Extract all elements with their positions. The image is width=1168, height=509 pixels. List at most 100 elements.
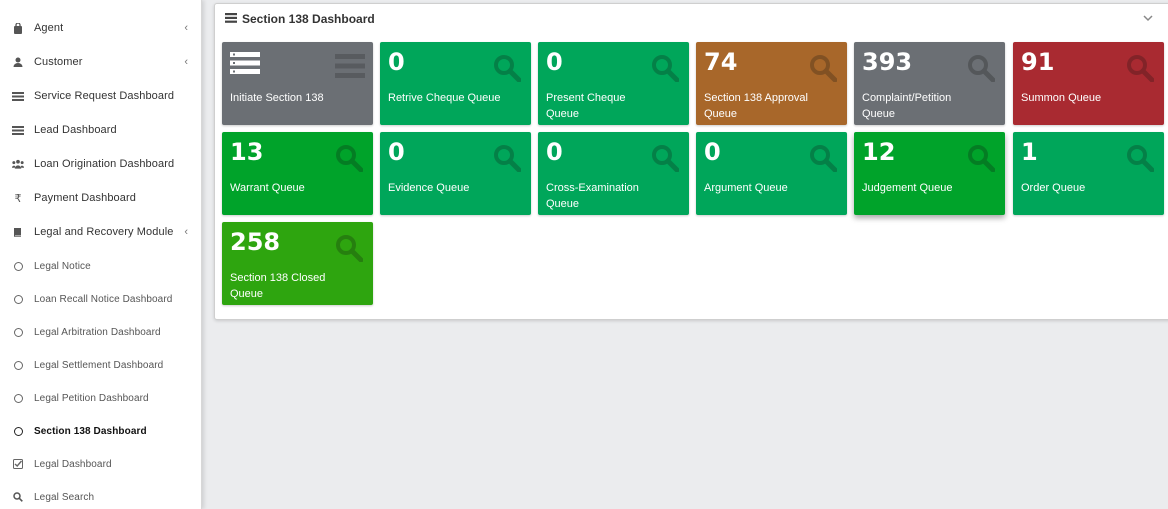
tile-count: 91 bbox=[1021, 48, 1055, 76]
tile-count: 13 bbox=[230, 138, 264, 166]
tile-label: Section 138 Closed Queue bbox=[230, 272, 326, 300]
tile-section-138-closed-queue[interactable]: 258 Section 138 Closed Queue bbox=[222, 222, 373, 305]
sidebar-subitem-legal-notice[interactable]: Legal Notice bbox=[0, 251, 202, 281]
tile-warrant-queue[interactable]: 13 Warrant Queue bbox=[222, 132, 373, 215]
sidebar-item-agent[interactable]: Agent ‹ bbox=[0, 13, 202, 43]
sidebar-item-service-request-dashboard[interactable]: Service Request Dashboard bbox=[0, 81, 202, 111]
tile-label: Summon Queue bbox=[1021, 92, 1102, 104]
sidebar-item-label: Agent bbox=[34, 22, 64, 34]
chevron-left-icon: ‹ bbox=[184, 56, 188, 68]
sidebar-subitem-label: Legal Notice bbox=[34, 260, 91, 272]
tile-count: 258 bbox=[230, 228, 281, 256]
search-icon bbox=[810, 55, 837, 82]
search-icon bbox=[12, 491, 24, 503]
tile-count: 0 bbox=[704, 138, 721, 166]
list-icon bbox=[335, 54, 365, 78]
sidebar-item-legal-and-recovery-module[interactable]: Legal and Recovery Module ‹ bbox=[0, 217, 202, 247]
chevron-down-icon[interactable] bbox=[1143, 13, 1153, 25]
sidebar-item-loan-origination-dashboard[interactable]: Loan Origination Dashboard bbox=[0, 149, 202, 179]
tile-present-cheque-queue[interactable]: 0 Present Cheque Queue bbox=[538, 42, 689, 125]
book-icon bbox=[12, 226, 24, 238]
tile-label: Initiate Section 138 bbox=[230, 92, 324, 104]
sidebar-subitem-label: Legal Settlement Dashboard bbox=[34, 359, 164, 371]
sidebar-item-lead-dashboard[interactable]: Lead Dashboard bbox=[0, 115, 202, 145]
tile-count: 12 bbox=[862, 138, 896, 166]
list-icon bbox=[230, 52, 260, 74]
tile-label: Retrive Cheque Queue bbox=[388, 92, 501, 104]
sidebar-subitem-legal-petition-dashboard[interactable]: Legal Petition Dashboard bbox=[0, 383, 202, 413]
tile-retrive-cheque-queue[interactable]: 0 Retrive Cheque Queue bbox=[380, 42, 531, 125]
tile-label: Cross-Examination Queue bbox=[546, 182, 639, 210]
sidebar-subitem-label: Section 138 Dashboard bbox=[34, 425, 147, 437]
search-icon bbox=[652, 145, 679, 172]
tile-count: 0 bbox=[546, 138, 563, 166]
tile-count: 0 bbox=[388, 48, 405, 76]
search-icon bbox=[968, 145, 995, 172]
bag-icon bbox=[12, 22, 24, 34]
tile-count: 1 bbox=[1021, 138, 1038, 166]
tile-summon-queue[interactable]: 91 Summon Queue bbox=[1013, 42, 1164, 125]
search-icon bbox=[652, 55, 679, 82]
sidebar-subitem-label: Legal Search bbox=[34, 491, 95, 503]
sidebar-subitem-section-138-dashboard[interactable]: Section 138 Dashboard bbox=[0, 416, 202, 446]
tile-label: Judgement Queue bbox=[862, 182, 953, 194]
tile-argument-queue[interactable]: 0 Argument Queue bbox=[696, 132, 847, 215]
user-icon bbox=[12, 56, 24, 68]
rupee-icon: ₹ bbox=[14, 192, 22, 205]
chevron-left-icon: ‹ bbox=[184, 226, 188, 238]
tile-label: Complaint/Petition Queue bbox=[862, 92, 952, 120]
sidebar-subitem-legal-arbitration-dashboard[interactable]: Legal Arbitration Dashboard bbox=[0, 317, 202, 347]
tile-count: 74 bbox=[704, 48, 738, 76]
circle-icon bbox=[12, 260, 24, 272]
server-icon bbox=[225, 10, 237, 28]
tile-initiate-section-138[interactable]: Initiate Section 138 bbox=[222, 42, 373, 125]
sidebar-item-label: Loan Origination Dashboard bbox=[34, 158, 175, 170]
search-icon bbox=[494, 145, 521, 172]
sidebar-subitem-label: Legal Dashboard bbox=[34, 458, 112, 470]
circle-icon bbox=[12, 293, 24, 305]
sidebar-item-label: Service Request Dashboard bbox=[34, 90, 175, 102]
tile-complaint-petition-queue[interactable]: 393 Complaint/Petition Queue bbox=[854, 42, 1005, 125]
tile-label: Argument Queue bbox=[704, 182, 788, 194]
sidebar-subitem-label: Legal Arbitration Dashboard bbox=[34, 326, 161, 338]
sidebar-subitem-legal-search[interactable]: Legal Search bbox=[0, 482, 202, 509]
tile-label: Evidence Queue bbox=[388, 182, 470, 194]
users-icon bbox=[12, 158, 24, 170]
search-icon bbox=[1127, 145, 1154, 172]
tile-count: 393 bbox=[862, 48, 913, 76]
tile-section-138-approval-queue[interactable]: 74 Section 138 Approval Queue bbox=[696, 42, 847, 125]
tile-label: Present Cheque Queue bbox=[546, 92, 626, 120]
tile-count: 0 bbox=[388, 138, 405, 166]
circle-icon bbox=[12, 359, 24, 371]
list-icon bbox=[12, 124, 24, 136]
dashboard-card: Section 138 Dashboard Initiate Section 1… bbox=[214, 3, 1168, 320]
tile-order-queue[interactable]: 1 Order Queue bbox=[1013, 132, 1164, 215]
list-icon bbox=[12, 90, 24, 102]
tile-cross-examination-queue[interactable]: 0 Cross-Examination Queue bbox=[538, 132, 689, 215]
sidebar-item-payment-dashboard[interactable]: ₹ Payment Dashboard bbox=[0, 183, 202, 213]
sidebar-subitem-legal-settlement-dashboard[interactable]: Legal Settlement Dashboard bbox=[0, 350, 202, 380]
sidebar-item-label: Customer bbox=[34, 56, 83, 68]
tile-label: Warrant Queue bbox=[230, 182, 305, 194]
circle-icon bbox=[12, 425, 24, 437]
search-icon bbox=[336, 145, 363, 172]
sidebar-subitem-loan-recall-notice-dashboard[interactable]: Loan Recall Notice Dashboard bbox=[0, 284, 202, 314]
search-icon bbox=[494, 55, 521, 82]
sidebar-item-label: Payment Dashboard bbox=[34, 192, 136, 204]
circle-icon bbox=[12, 326, 24, 338]
tile-count: 0 bbox=[546, 48, 563, 76]
sidebar-item-label: Legal and Recovery Module bbox=[34, 226, 174, 238]
sidebar-subitem-label: Legal Petition Dashboard bbox=[34, 392, 149, 404]
search-icon bbox=[968, 55, 995, 82]
sidebar-subitem-legal-dashboard[interactable]: Legal Dashboard bbox=[0, 449, 202, 479]
tile-label: Section 138 Approval Queue bbox=[704, 92, 808, 120]
page-title: Section 138 Dashboard bbox=[242, 12, 375, 26]
search-icon bbox=[336, 235, 363, 262]
check-square-icon bbox=[12, 458, 24, 470]
tile-judgement-queue[interactable]: 12 Judgement Queue bbox=[854, 132, 1005, 215]
search-icon bbox=[810, 145, 837, 172]
card-header: Section 138 Dashboard bbox=[215, 4, 1168, 34]
search-icon bbox=[1127, 55, 1154, 82]
tile-evidence-queue[interactable]: 0 Evidence Queue bbox=[380, 132, 531, 215]
sidebar-item-customer[interactable]: Customer ‹ bbox=[0, 47, 202, 77]
